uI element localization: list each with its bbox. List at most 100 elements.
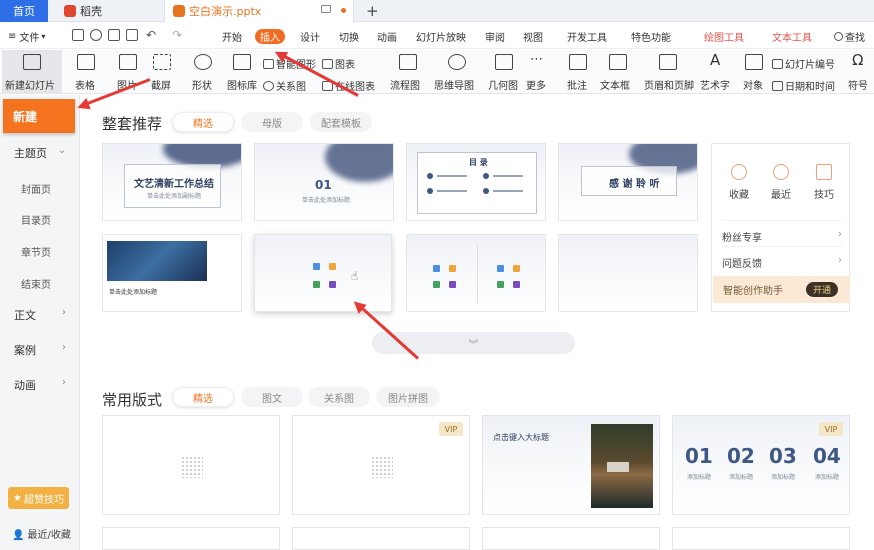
layout-thumb-4[interactable]: VIP 01 02 03 04 添加标题 添加标题 添加标题 添加标题 xyxy=(672,415,850,515)
template-thumb-8[interactable] xyxy=(558,234,698,312)
mindmap-button[interactable]: 思维导图 xyxy=(434,50,482,94)
menu-slideshow[interactable]: 幻灯片放映 xyxy=(416,23,466,49)
tab-daoke[interactable]: 稻壳 xyxy=(56,0,146,22)
file-menu[interactable]: ≡ 文件 ▾ xyxy=(8,23,45,49)
flowchart-button[interactable]: 流程图 xyxy=(390,50,426,94)
shape-button[interactable]: 形状 xyxy=(189,50,219,94)
ai-assistant-banner[interactable]: 智能创作助手 开通 xyxy=(713,276,850,303)
new-tab-button[interactable]: + xyxy=(366,0,379,22)
sidebar-item-toc[interactable]: 目录页 xyxy=(0,212,78,227)
menu-design[interactable]: 设计 xyxy=(300,23,320,49)
layout-thumb-7[interactable] xyxy=(482,527,660,550)
sidebar-item-end[interactable]: 结束页 xyxy=(0,276,78,291)
layout-thumb-2[interactable]: VIP xyxy=(292,415,470,515)
save-icon[interactable] xyxy=(72,29,84,41)
menu-transition[interactable]: 切换 xyxy=(339,23,359,49)
tab-file[interactable]: 空白演示.pptx xyxy=(164,0,354,22)
picture-icon xyxy=(433,265,440,272)
chevron-right-icon: › xyxy=(62,377,66,388)
section-title-recommended: 整套推荐 xyxy=(102,115,163,133)
filter-pill-collage[interactable]: 图片拼图 xyxy=(376,387,440,407)
layout-thumb-6[interactable] xyxy=(292,527,470,550)
comment-button[interactable]: 批注 xyxy=(565,50,591,94)
sidebar-item-theme[interactable]: 主题页 ⌄ xyxy=(0,145,78,161)
datetime-button[interactable]: 日期和时间 xyxy=(772,78,835,93)
filter-pill-graphic-text[interactable]: 图文 xyxy=(241,387,303,407)
layout-thumb-3[interactable]: 点击键入大标题 xyxy=(482,415,660,515)
more-button[interactable]: ⋯ 更多 xyxy=(524,50,552,94)
template-thumb-1[interactable]: 文艺清新工作总结 单击此处添加副标题 xyxy=(102,143,242,221)
filter-pill-featured[interactable]: 精选 xyxy=(172,387,234,407)
template-thumb-2[interactable]: 01 单击此处添加标题 xyxy=(254,143,394,221)
symbol-button[interactable]: Ω 符号 xyxy=(846,50,874,94)
template-thumb-7[interactable] xyxy=(406,234,546,312)
open-button[interactable]: 开通 xyxy=(805,282,838,297)
star-icon[interactable] xyxy=(816,164,832,180)
menu-start[interactable]: 开始 xyxy=(222,23,242,49)
object-button[interactable]: 对象 xyxy=(742,50,766,94)
menu-text-tools[interactable]: 文本工具 xyxy=(772,23,812,49)
sidebar-item-new[interactable]: 新建 xyxy=(3,99,75,133)
print-icon[interactable] xyxy=(108,29,120,41)
cursor-icon: ☝ xyxy=(351,269,359,283)
menu-drawing-tools[interactable]: 绘图工具 xyxy=(704,23,744,49)
heart-icon[interactable] xyxy=(731,164,747,180)
thumb-title: 点击键入大标题 xyxy=(493,433,549,442)
sidebar-item-chapter[interactable]: 章节页 xyxy=(0,244,78,259)
menu-developer[interactable]: 开发工具 xyxy=(567,23,607,49)
preview-icon[interactable] xyxy=(126,29,138,41)
menu-features[interactable]: 特色功能 xyxy=(631,23,671,49)
textbox-button[interactable]: 文本框 xyxy=(600,50,636,94)
menu-insert[interactable]: 插入 xyxy=(255,29,285,44)
screenshot-button[interactable]: 截屏 xyxy=(148,50,178,94)
filter-pill-template[interactable]: 配套模板 xyxy=(310,112,372,132)
step-subtitle: 添加标题 xyxy=(729,474,754,481)
table-icon xyxy=(433,281,440,288)
template-thumb-6[interactable]: ☝ xyxy=(254,234,392,312)
geometry-button[interactable]: 几何图 xyxy=(488,50,520,94)
feedback-link[interactable]: 问题反馈 › xyxy=(722,246,842,276)
menu-animation[interactable]: 动画 xyxy=(377,23,397,49)
filter-pill-relation[interactable]: 关系图 xyxy=(308,387,370,407)
mindmap-label: 思维导图 xyxy=(434,81,474,92)
tips-button[interactable]: ★ 超赞技巧 xyxy=(8,487,69,509)
new-slide-button[interactable]: 新建幻灯片 xyxy=(2,50,62,94)
menu-view[interactable]: 视图 xyxy=(523,23,543,49)
filter-pill-featured[interactable]: 精选 xyxy=(172,112,234,132)
export-icon[interactable] xyxy=(90,29,102,41)
monitor-icon[interactable] xyxy=(321,5,331,13)
recent-label[interactable]: 最近 xyxy=(771,186,791,201)
slide-number-button[interactable]: 幻灯片编号 xyxy=(772,56,835,71)
icon-library-button[interactable]: 图标库 xyxy=(225,50,259,94)
template-thumb-4[interactable]: 感 谢 聆 听 xyxy=(558,143,698,221)
layout-thumb-1[interactable] xyxy=(102,415,280,515)
relation-chart-button[interactable]: 关系图 xyxy=(263,78,306,93)
sidebar-item-animation[interactable]: 动画 › xyxy=(0,377,78,393)
chevron-right-icon: › xyxy=(838,229,842,240)
table-button[interactable]: 表格 xyxy=(72,50,102,94)
filter-pill-master[interactable]: 母版 xyxy=(241,112,303,132)
more-icon: ⋯ xyxy=(530,52,543,67)
sidebar-item-case[interactable]: 案例 › xyxy=(0,342,78,358)
tips-label[interactable]: 技巧 xyxy=(814,186,834,201)
search-icon xyxy=(834,31,843,41)
undo-icon[interactable]: ↶ xyxy=(146,28,156,42)
recent-favorites-link[interactable]: 👤 最近/收藏 xyxy=(12,526,71,541)
step-subtitle: 添加标题 xyxy=(815,474,840,481)
clock-icon[interactable] xyxy=(773,164,789,180)
template-thumb-3[interactable]: 目 录 xyxy=(406,143,546,221)
flowchart-icon xyxy=(399,54,417,70)
template-thumb-5[interactable]: 单击此处添加标题 xyxy=(102,234,242,312)
layout-thumb-5[interactable] xyxy=(102,527,280,550)
favorite-label[interactable]: 收藏 xyxy=(729,186,749,201)
wordart-button[interactable]: A 艺术字 xyxy=(700,50,734,94)
tab-home[interactable]: 首页 xyxy=(0,0,48,22)
layout-thumb-8[interactable] xyxy=(672,527,850,550)
search-button[interactable]: 查找 xyxy=(834,23,865,49)
redo-icon[interactable]: ↷ xyxy=(172,28,182,42)
sidebar-item-cover[interactable]: 封面页 xyxy=(0,181,78,196)
menu-review[interactable]: 审阅 xyxy=(485,23,505,49)
chart-button[interactable]: 图表 xyxy=(322,56,355,71)
sidebar-item-body[interactable]: 正文 › xyxy=(0,307,78,323)
header-footer-button[interactable]: 页眉和页脚 xyxy=(644,50,694,94)
